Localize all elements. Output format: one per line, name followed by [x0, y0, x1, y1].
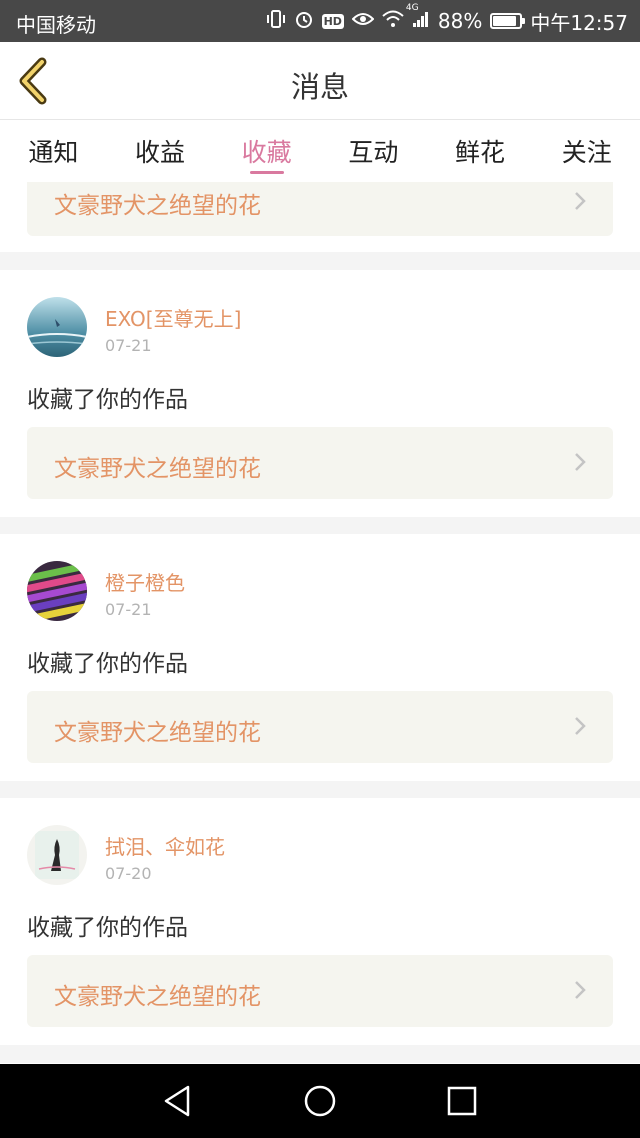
chevron-right-icon [575, 981, 586, 999]
network-type-label: 4G [405, 3, 419, 13]
tab-flowers[interactable]: 鲜花 [427, 120, 534, 182]
battery-level [493, 16, 516, 26]
action-text: 收藏了你的作品 [27, 915, 188, 941]
avatar[interactable] [27, 825, 87, 885]
work-link[interactable]: 文豪野犬之绝望的花 [27, 691, 613, 763]
system-nav-bar [0, 1064, 640, 1138]
action-text: 收藏了你的作品 [27, 651, 188, 677]
work-title: 文豪野犬之绝望的花 [54, 720, 261, 746]
list-item: EXO[至尊无上] 07-21 收藏了你的作品 文豪野犬之绝望的花 [0, 270, 640, 517]
battery-percent: 88% [437, 9, 483, 33]
hd-icon: HD [321, 13, 344, 29]
work-link[interactable]: 文豪野犬之绝望的花 [27, 427, 613, 499]
avatar[interactable] [27, 561, 87, 621]
action-text: 收藏了你的作品 [27, 387, 188, 413]
nav-recents-button[interactable] [444, 1083, 480, 1119]
work-title: 文豪野犬之绝望的花 [54, 193, 261, 219]
nav-back-button[interactable] [160, 1083, 196, 1119]
timestamp: 07-20 [105, 864, 152, 883]
alarm-icon [294, 9, 314, 33]
status-bar: 中国移动 HD 4G 88% 中午12:57 [0, 0, 640, 42]
username[interactable]: EXO[至尊无上] [105, 303, 241, 332]
eye-icon [351, 11, 375, 31]
list-item: 拭泪、伞如花 07-20 收藏了你的作品 文豪野犬之绝望的花 [0, 798, 640, 1045]
carrier-label: 中国移动 [16, 13, 96, 37]
list-item: 文豪野犬之绝望的花 [0, 182, 640, 252]
list-item: 橙子橙色 07-21 收藏了你的作品 文豪野犬之绝望的花 [0, 534, 640, 781]
work-title: 文豪野犬之绝望的花 [54, 456, 261, 482]
tab-interactions[interactable]: 互动 [320, 120, 427, 182]
page-title: 消息 [290, 70, 349, 104]
nav-back-icon [164, 1085, 190, 1117]
message-list[interactable]: 文豪野犬之绝望的花 EXO[至尊无上] 07-21 收藏了你的作品 文豪野犬之绝… [0, 182, 640, 1064]
clock: 中午12:57 [530, 10, 628, 35]
nav-home-button[interactable] [302, 1083, 338, 1119]
work-link[interactable]: 文豪野犬之绝望的花 [27, 955, 613, 1027]
tab-favorites[interactable]: 收藏 [213, 120, 320, 182]
tab-notifications[interactable]: 通知 [0, 120, 107, 182]
tab-following[interactable]: 关注 [533, 120, 640, 182]
chevron-right-icon [575, 192, 586, 210]
battery-icon [490, 13, 526, 29]
work-title: 文豪野犬之绝望的花 [54, 984, 261, 1010]
work-link[interactable]: 文豪野犬之绝望的花 [27, 182, 613, 236]
chevron-right-icon [575, 717, 586, 735]
wifi-icon [382, 10, 404, 32]
tab-earnings[interactable]: 收益 [107, 120, 214, 182]
vibrate-icon [266, 9, 286, 33]
signal-icon: 4G [406, 4, 430, 32]
status-icons: HD 4G 88% 中午12:57 [266, 0, 628, 42]
chevron-right-icon [575, 453, 586, 471]
username[interactable]: 橙子橙色 [105, 567, 185, 596]
app-header: 消息 [0, 42, 640, 120]
tab-bar: 通知 收益 收藏 互动 鲜花 关注 [0, 120, 640, 182]
username[interactable]: 拭泪、伞如花 [105, 831, 225, 860]
timestamp: 07-21 [105, 336, 152, 355]
nav-home-icon [304, 1085, 336, 1117]
nav-recents-icon [447, 1086, 477, 1116]
avatar[interactable] [27, 297, 87, 357]
timestamp: 07-21 [105, 600, 152, 619]
